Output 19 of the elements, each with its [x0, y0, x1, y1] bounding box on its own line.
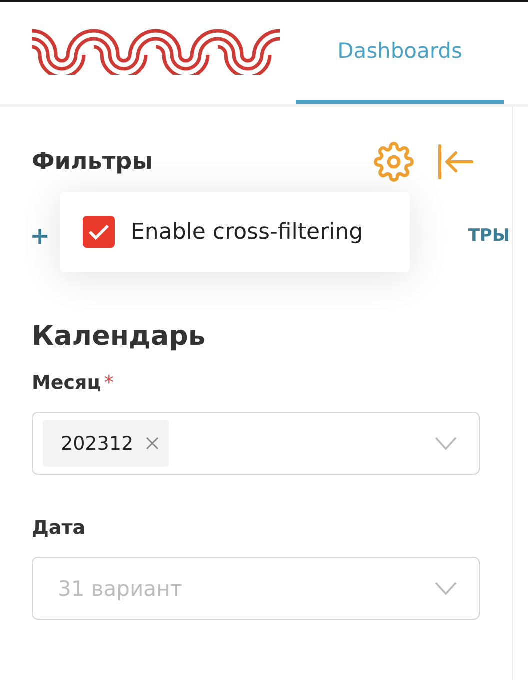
select-field[interactable]: 202312: [32, 412, 480, 475]
chevron-down-icon: [435, 436, 457, 450]
filters-title: Фильтры: [32, 149, 153, 175]
cross-filtering-label: Enable cross-filtering: [131, 220, 364, 244]
filters-action-link[interactable]: ТРЫ: [468, 226, 510, 246]
required-mark: *: [104, 372, 114, 394]
add-filter-button[interactable]: +: [30, 222, 50, 250]
cross-filtering-checkbox[interactable]: [83, 216, 115, 248]
check-icon: [88, 223, 110, 241]
field-label: Месяц: [32, 372, 102, 394]
section-title: Календарь: [32, 321, 206, 352]
chevron-down-icon: [435, 582, 457, 596]
dashboards-tab[interactable]: Dashboards: [296, 2, 504, 104]
field-label: Дата: [32, 517, 86, 539]
remove-icon[interactable]: [146, 437, 159, 450]
settings-icon[interactable]: [374, 142, 414, 182]
value-tag: 202312: [43, 420, 169, 467]
select-placeholder: 31 вариант: [57, 576, 182, 600]
collapse-icon[interactable]: [436, 142, 476, 182]
